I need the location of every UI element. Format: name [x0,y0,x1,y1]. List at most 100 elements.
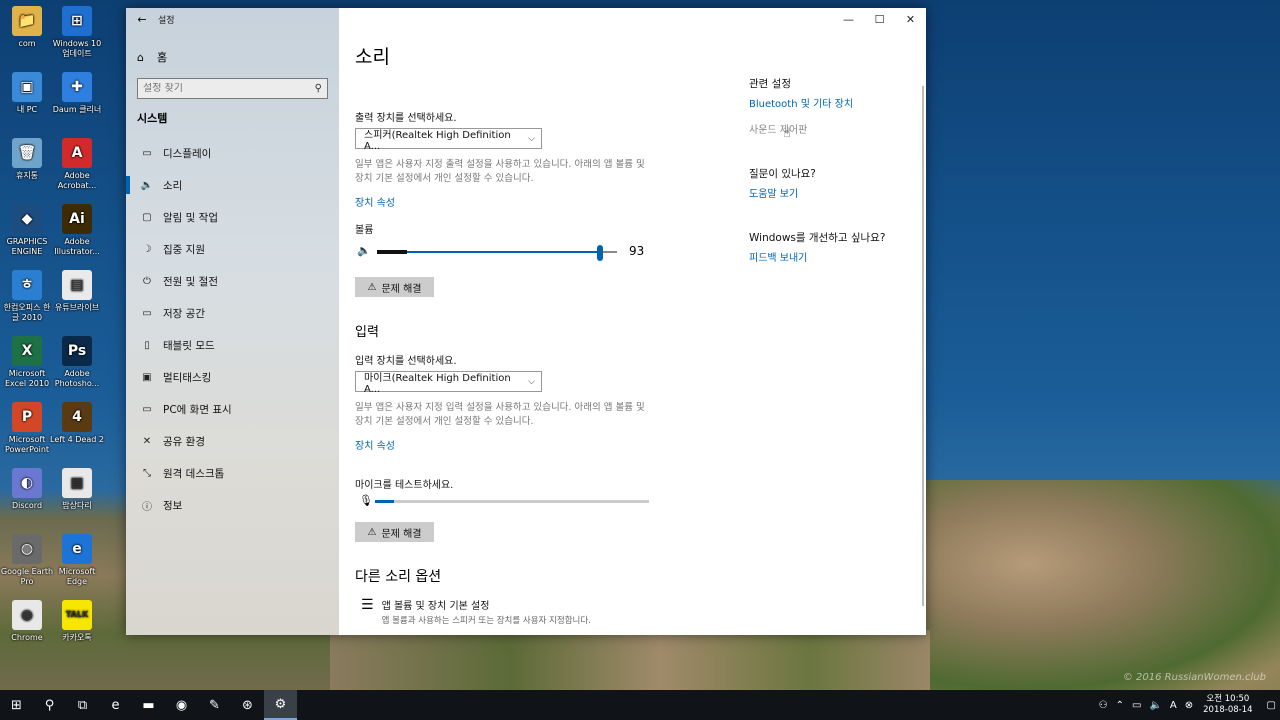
taskbar-app-button[interactable]: e [99,690,132,720]
desktop-icon[interactable]: TALK 카카오톡 [50,600,104,643]
clock-date: 2018-08-14 [1203,705,1253,715]
app-icon: X [12,336,42,366]
desktop-icon[interactable]: ◐ Discord [0,468,54,511]
sidebar-item[interactable]: ▢ 알림 및 작업 [126,201,339,233]
desktop-icon[interactable]: ◆ GRAPHICS ENGINE [0,204,54,257]
mic-level-meter: 🎙 [359,494,659,508]
taskbar-app-button[interactable]: ◉ [165,690,198,720]
sidebar-item[interactable]: ☽ 집중 지원 [126,233,339,265]
taskbar-app-button[interactable]: ⊛ [231,690,264,720]
volume-track[interactable] [377,245,617,261]
home-nav-item[interactable]: ⌂ 홈 [126,46,339,68]
app-volume-title: 앱 볼륨 및 장치 기본 설정 [381,601,490,612]
sidebar-item[interactable]: ▭ 저장 공간 [126,297,339,329]
back-button[interactable]: ← [126,8,158,30]
desktop-icon[interactable]: 4 Left 4 Dead 2 [50,402,104,445]
sidebar-item-label: 집중 지원 [163,243,205,256]
chevron-up-icon[interactable]: ⌃ [1116,700,1124,711]
sidebar-item[interactable]: ✕ 공유 환경 [126,425,339,457]
close-button[interactable]: ✕ [895,8,926,30]
warning-icon: ⚠ [367,281,377,293]
input-troubleshoot-button[interactable]: ⚠ 문제 해결 [355,522,434,542]
related-settings-title: 관련 설정 [749,78,791,90]
minimize-button[interactable]: — [833,8,864,30]
language-icon[interactable]: A [1170,700,1177,711]
taskbar-app-button[interactable]: ⚙ [264,690,297,720]
sidebar-item[interactable]: 🔈 소리 [126,169,339,201]
desktop-icon[interactable]: Ps Adobe Photosho... [50,336,104,389]
app-icon: ✚ [62,72,92,102]
desktop-icon[interactable]: ◍ Google Earth Pro [0,534,54,587]
page-scrollbar[interactable] [922,86,924,606]
help-link[interactable]: 도움말 보기 [749,185,798,200]
sidebar-item[interactable]: ▯ 태블릿 모드 [126,329,339,361]
sidebar-item-label: 정보 [163,499,183,512]
sidebar-item[interactable]: ▣ 멀티태스킹 [126,361,339,393]
action-center-icon[interactable]: ▢ [1267,700,1276,711]
input-device-properties-link[interactable]: 장치 속성 [355,437,395,452]
desktop-icon[interactable]: ⊞ Windows 10 업데이트 [50,6,104,59]
desktop-icon[interactable]: A Adobe Acrobat... [50,138,104,191]
task-view-button[interactable]: ⧉ [66,690,99,720]
output-device-properties-link[interactable]: 장치 속성 [355,194,395,209]
output-troubleshoot-button[interactable]: ⚠ 문제 해결 [355,277,434,297]
sound-page: — ☐ ✕ 소리 출력 장치를 선택하세요. 스피커(Realtek High … [339,8,926,635]
clock[interactable]: 오전 10:50 2018-08-14 [1203,694,1252,716]
app-icon: Ps [62,336,92,366]
desktop-icon[interactable]: ▣ 내 PC [0,72,54,115]
desktop-icon[interactable]: e Microsoft Edge [50,534,104,587]
desktop-icon[interactable]: ◉ Chrome [0,600,54,643]
sidebar-item[interactable]: ⤡ 원격 데스크톱 [126,457,339,489]
sidebar-nav: ▭ 디스플레이 🔈 소리 ▢ 알림 및 작업 ☽ 집중 지원 ⏻ 전원 및 절전 ▭ 저장 공간 ▯ 태블… [126,137,339,521]
desktop-icon[interactable]: ✚ Daum 클리너 [50,72,104,115]
start-button[interactable]: ⊞ [0,690,33,720]
sidebar-item-label: 디스플레이 [163,147,212,160]
sidebar-item-icon: ▣ [142,371,152,383]
settings-search[interactable]: ⚲ [137,78,328,99]
back-arrow-icon: ← [137,12,147,26]
volume-label: 볼륨 [355,225,374,236]
app-volume-settings-link[interactable]: ☰ 앱 볼륨 및 장치 기본 설정 앱 볼륨과 사용하는 스피커 또는 장치를 … [361,597,591,626]
speaker-icon[interactable]: 🔈 [357,244,371,257]
desktop-icon[interactable]: X Microsoft Excel 2010 [0,336,54,389]
search-input[interactable] [143,83,293,94]
hand-cursor-icon: ☝ [783,126,791,141]
maximize-button[interactable]: ☐ [864,8,895,30]
notification-badge-icon[interactable]: ⊗ [1185,700,1193,711]
desktop-icon[interactable]: Ai Adobe Illustrator... [50,204,104,257]
output-device-dropdown[interactable]: 스피커(Realtek High Definition A... ⌵ [355,128,542,152]
search-icon[interactable]: ⚲ [315,83,322,94]
sidebar-item-icon: ⏻ [143,275,151,287]
volume-slider[interactable]: 🔈 93 [357,244,647,261]
desktop-icon[interactable]: 🗑 휴지통 [0,138,54,181]
sidebar-item-icon: ▢ [142,211,152,223]
feedback-link[interactable]: 피드백 보내기 [749,249,807,264]
taskbar-app-button[interactable]: ▬ [132,690,165,720]
bluetooth-link[interactable]: Bluetooth 및 기타 장치 [749,95,853,110]
sound-control-panel-link[interactable]: 사운드 제어판 [749,121,807,136]
network-icon[interactable]: ▭ [1132,700,1141,711]
desktop-icon[interactable]: ▦ 밥상다리 [50,468,104,511]
sidebar-item[interactable]: ⏻ 전원 및 절전 [126,265,339,297]
improve-windows-title: Windows를 개선하고 싶나요? [749,232,886,244]
sidebar-item[interactable]: ▭ 디스플레이 [126,137,339,169]
desktop-icon[interactable]: ㅎ 한컴오피스 한글 2010 [0,270,54,323]
volume-thumb[interactable] [597,245,604,261]
desktop-icon[interactable]: 📁 com [0,6,54,49]
people-icon[interactable]: ⚇ [1099,700,1108,711]
search-icon: ⚲ [44,697,55,713]
input-device-dropdown[interactable]: 마이크(Realtek High Definition A... ⌵ [355,371,542,395]
output-device-value: 스피커(Realtek High Definition A... [364,129,511,152]
sidebar-item-icon: ▯ [144,339,150,351]
sidebar-item[interactable]: ⓘ 정보 [126,489,339,521]
volume-icon[interactable]: 🔈 [1149,700,1161,711]
app-icon: 4 [62,402,92,432]
chevron-down-icon: ⌵ [528,133,535,144]
taskbar-app-button[interactable]: ✎ [198,690,231,720]
sidebar-item[interactable]: ▭ PC에 화면 표시 [126,393,339,425]
desktop-icon[interactable]: ▤ 유튜브라이브 [50,270,104,313]
microphone-icon: 🎙 [359,494,373,507]
taskbar-search-button[interactable]: ⚲ [33,690,66,720]
desktop-icon[interactable]: P Microsoft PowerPoint [0,402,54,455]
app-icon: ◆ [12,204,42,234]
